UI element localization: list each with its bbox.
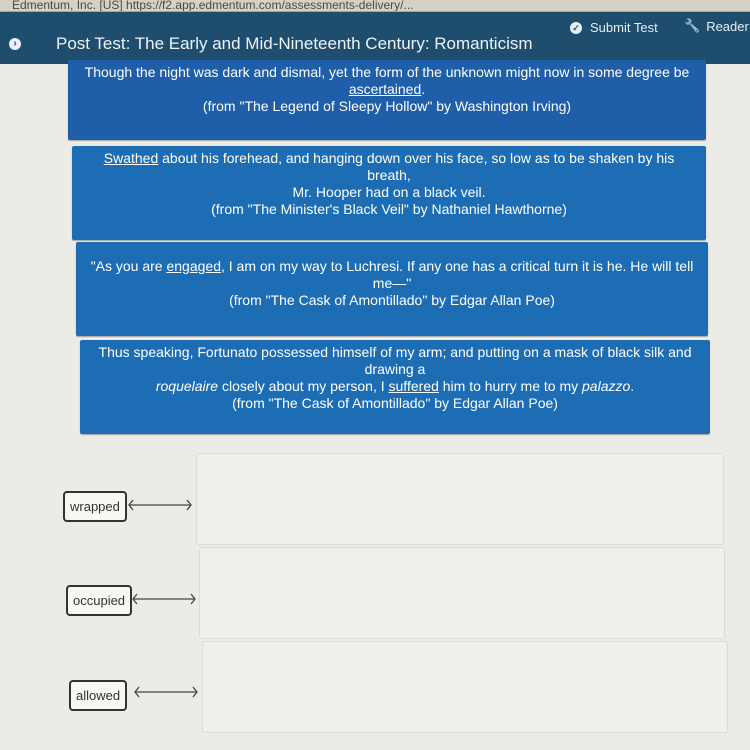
quote-text: , I am on my way to Luchresi. If any one… [221, 258, 694, 291]
quote-text: . [630, 378, 635, 394]
italic-word: roquelaire [155, 378, 219, 394]
reader-label: Reader [706, 18, 749, 34]
check-circle-icon: ✓ [570, 21, 582, 34]
double-arrow-icon [134, 686, 198, 698]
underlined-word: suffered [388, 378, 439, 394]
tile-label: allowed [76, 688, 121, 703]
drop-slot[interactable] [199, 547, 725, 639]
quote-source: (from "The Minister's Black Veil" by Nat… [211, 201, 567, 217]
quote-text: him to hurry me to my [438, 378, 583, 394]
underlined-word: Swathed [103, 150, 159, 166]
tile-label: wrapped [70, 499, 120, 514]
quote-text: about his forehead, and hanging down ove… [158, 150, 675, 183]
quote-card: Thus speaking, Fortunato possessed himse… [80, 340, 710, 434]
underlined-word: engaged [166, 258, 221, 274]
quote-text: Though the night was dark and dismal, ye… [84, 64, 690, 80]
quote-text: . [421, 81, 426, 97]
drop-slot[interactable] [202, 641, 728, 733]
quote-text: Thus speaking, Fortunato possessed himse… [98, 344, 692, 377]
quote-source: (from "The Cask of Amontillado" by Edgar… [232, 395, 558, 411]
tile-label: occupied [73, 593, 126, 608]
quote-source: (from "The Cask of Amontillado" by Edgar… [229, 292, 555, 308]
url-text: Edmentum, Inc. [US] https://f2.app.edmen… [12, 0, 414, 12]
submit-test-label: Submit Test [590, 20, 658, 35]
reader-button[interactable]: 🔧 Reader [684, 18, 749, 34]
double-arrow-icon [132, 593, 196, 605]
word-tile-wrapped[interactable]: wrapped [63, 491, 127, 522]
quote-card: Swathed about his forehead, and hanging … [72, 146, 706, 240]
quote-text: Mr. Hooper had on a black veil. [292, 184, 486, 200]
word-tile-occupied[interactable]: occupied [66, 585, 133, 616]
drop-slot[interactable] [196, 453, 724, 545]
quote-card: "As you are engaged, I am on my way to L… [76, 242, 708, 336]
test-header: › Post Test: The Early and Mid-Nineteent… [0, 12, 750, 64]
browser-url-bar[interactable]: Edmentum, Inc. [US] https://f2.app.edmen… [0, 0, 750, 12]
circle-arrow-icon[interactable]: › [9, 38, 21, 50]
double-arrow-icon [128, 499, 192, 511]
quote-source: (from "The Legend of Sleepy Hollow" by W… [202, 98, 572, 114]
submit-test-button[interactable]: ✓ Submit Test [570, 20, 658, 35]
quote-text: closely about my person, I [218, 378, 389, 394]
wrench-icon: 🔧 [684, 18, 701, 33]
page-title: Post Test: The Early and Mid-Nineteenth … [56, 34, 533, 53]
quote-card: Though the night was dark and dismal, ye… [68, 60, 706, 140]
word-tile-allowed[interactable]: allowed [69, 680, 128, 711]
italic-word: palazzo [582, 378, 631, 394]
quote-text: "As you are [90, 258, 167, 274]
underlined-word: ascertained [348, 81, 422, 97]
